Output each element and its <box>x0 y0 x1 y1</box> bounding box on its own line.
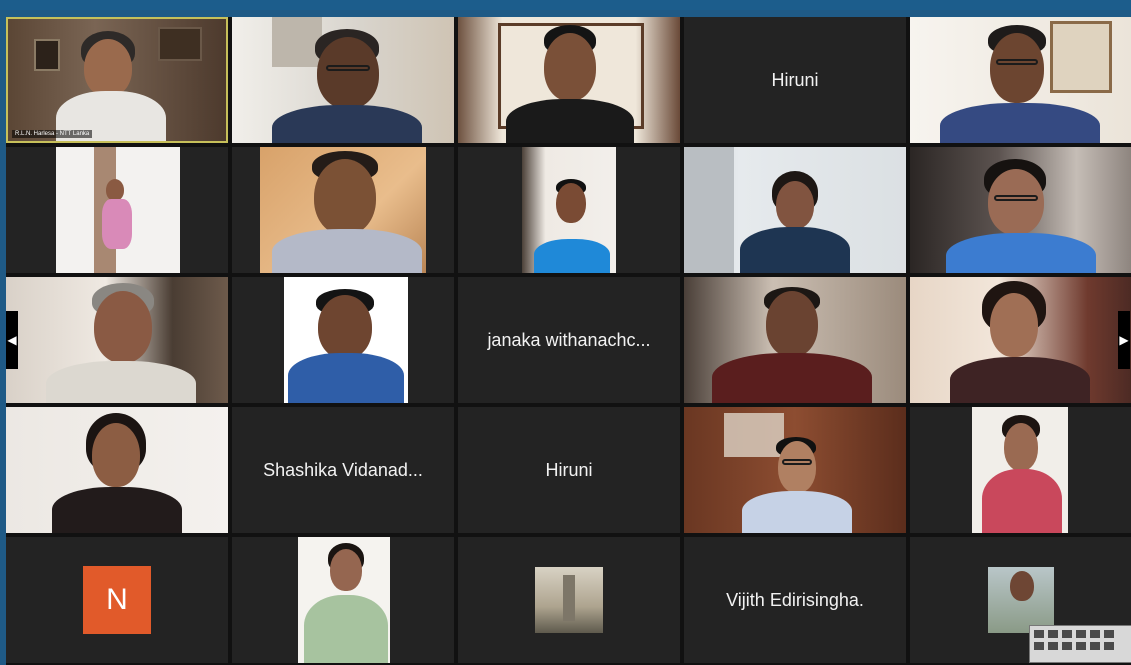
participant-tile-active-speaker[interactable]: R.L.N. Harlesa - NTT Lanka <box>6 17 228 143</box>
participant-face <box>330 549 362 591</box>
participant-tile[interactable] <box>910 147 1131 273</box>
wall-frame <box>34 39 60 71</box>
participant-tile-video-off[interactable] <box>458 537 680 663</box>
participant-tile-video-off[interactable]: Hiruni <box>458 407 680 533</box>
meeting-window: R.L.N. Harlesa - NTT Lanka Hiruni ◀ jana… <box>0 0 1131 665</box>
mini-tile <box>1090 630 1100 638</box>
participant-tile[interactable] <box>910 407 1131 533</box>
participant-glasses <box>782 459 812 465</box>
participant-tile[interactable] <box>684 277 906 403</box>
participant-tile-video-off[interactable]: Hiruni <box>684 17 906 143</box>
participant-tile[interactable] <box>910 537 1131 663</box>
participant-shirt <box>272 229 422 273</box>
participant-face <box>1004 423 1038 471</box>
participant-shirt <box>506 99 634 143</box>
participant-shirt <box>712 353 872 403</box>
participant-shirt <box>46 361 196 403</box>
participant-tile[interactable]: ◀ <box>6 277 228 403</box>
participant-tile[interactable] <box>232 277 454 403</box>
participant-shirt <box>288 353 404 403</box>
next-page-button[interactable]: ▶ <box>1118 311 1130 369</box>
participant-face <box>1010 571 1034 601</box>
participant-avatar: N <box>83 566 151 634</box>
participant-tile[interactable] <box>6 407 228 533</box>
participant-shirt <box>950 357 1090 403</box>
participant-shirt <box>52 487 182 533</box>
door-frame <box>272 17 322 67</box>
participant-tile[interactable] <box>232 147 454 273</box>
participant-name: Hiruni <box>545 459 593 480</box>
participant-name: Vijith Edirisingha. <box>726 589 864 610</box>
wall-frame <box>1050 21 1112 93</box>
participant-tile[interactable] <box>6 147 228 273</box>
participant-face <box>317 37 379 109</box>
participant-face <box>778 441 816 493</box>
mini-tile <box>1048 630 1058 638</box>
participant-shirt <box>102 199 132 249</box>
participant-glasses <box>994 195 1038 201</box>
mini-tile <box>1104 642 1114 650</box>
mini-tile <box>1034 630 1044 638</box>
participant-shirt <box>940 103 1100 143</box>
participant-name: Hiruni <box>771 69 819 90</box>
participant-shirt <box>534 239 610 273</box>
previous-page-button[interactable]: ◀ <box>6 311 18 369</box>
participant-face <box>990 33 1044 103</box>
participant-tile[interactable] <box>232 17 454 143</box>
mini-tile <box>1104 630 1114 638</box>
participant-name: janaka withanachc... <box>487 329 651 350</box>
participant-shirt <box>982 469 1062 533</box>
wall-frame <box>158 27 202 61</box>
participant-face <box>544 33 596 101</box>
avatar-initial: N <box>106 583 128 616</box>
participant-name-label: R.L.N. Harlesa - NTT Lanka <box>12 130 93 138</box>
participant-face <box>314 159 376 235</box>
clock-tower-shape <box>563 575 575 621</box>
participant-shirt <box>272 105 422 143</box>
participant-avatar-image <box>535 567 603 633</box>
participant-face <box>776 181 814 229</box>
mini-tile <box>1076 630 1086 638</box>
participant-gallery: R.L.N. Harlesa - NTT Lanka Hiruni ◀ jana… <box>6 17 1131 665</box>
mini-tile <box>1048 642 1058 650</box>
mini-tile <box>1090 642 1100 650</box>
participant-face <box>106 179 124 201</box>
mini-tile <box>1076 642 1086 650</box>
participant-tile-video-off[interactable]: janaka withanachc... <box>458 277 680 403</box>
participant-tile-video-off[interactable]: N <box>6 537 228 663</box>
participant-face <box>766 291 818 357</box>
window-top-bar <box>0 0 1131 10</box>
participant-tile-video-off[interactable]: Vijith Edirisingha. <box>684 537 906 663</box>
right-arrow-icon: ▶ <box>1119 333 1129 347</box>
participant-face <box>94 291 152 363</box>
participant-face <box>556 183 586 223</box>
participant-name: Shashika Vidanad... <box>263 459 423 480</box>
participant-face <box>84 39 132 97</box>
participant-face <box>92 423 140 487</box>
participant-tile[interactable] <box>684 147 906 273</box>
participant-tile[interactable]: ▶ <box>910 277 1131 403</box>
mini-tile <box>1034 642 1044 650</box>
wall-photos <box>724 413 784 457</box>
participant-shirt <box>740 227 850 273</box>
participant-tile[interactable] <box>232 537 454 663</box>
mini-tile <box>1062 642 1072 650</box>
participant-tile[interactable] <box>684 407 906 533</box>
participant-shirt <box>742 491 852 533</box>
mini-tile <box>1062 630 1072 638</box>
participant-shirt <box>946 233 1096 273</box>
participant-tile-video-off[interactable]: Shashika Vidanad... <box>232 407 454 533</box>
participant-shirt <box>304 595 388 663</box>
participant-face <box>318 295 372 359</box>
self-view-thumbnail[interactable] <box>1029 625 1131 663</box>
curtain <box>684 147 734 273</box>
participant-tile[interactable] <box>458 147 680 273</box>
left-arrow-icon: ◀ <box>7 333 17 347</box>
participant-glasses <box>326 65 370 71</box>
participant-tile[interactable] <box>458 17 680 143</box>
participant-glasses <box>996 59 1038 65</box>
participant-face <box>988 169 1044 235</box>
participant-tile[interactable] <box>910 17 1131 143</box>
participant-face <box>990 293 1038 357</box>
